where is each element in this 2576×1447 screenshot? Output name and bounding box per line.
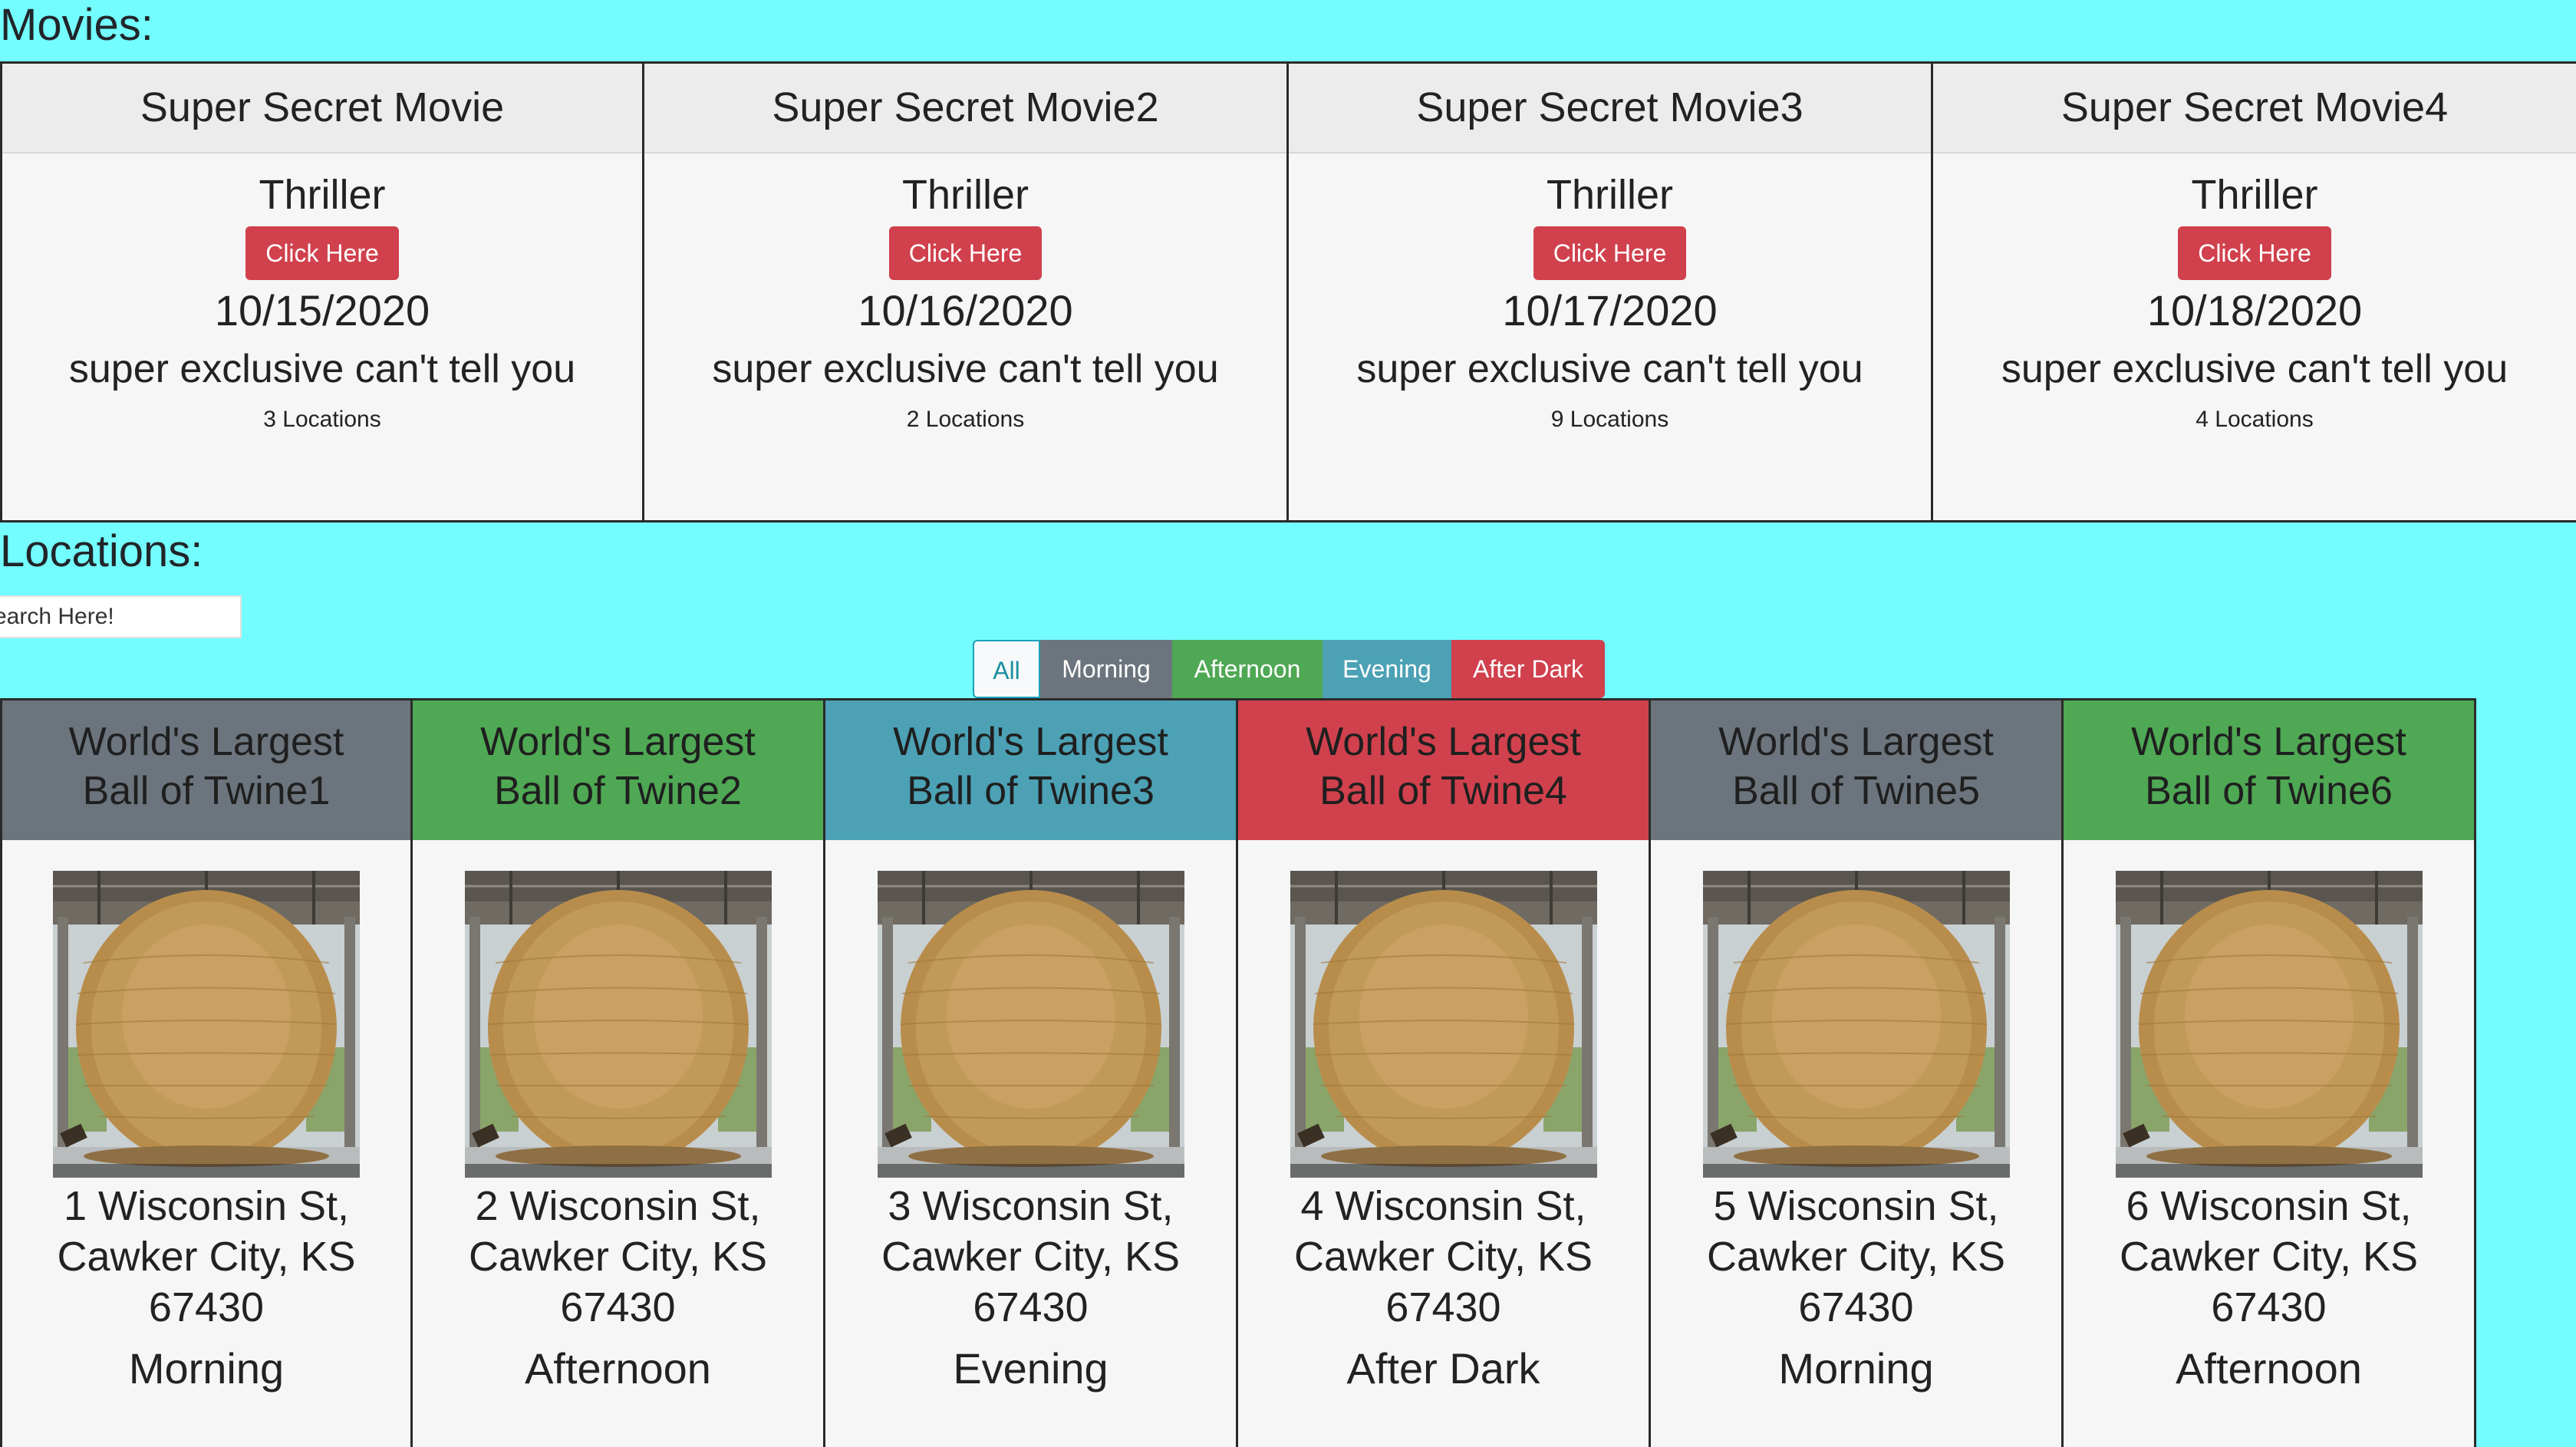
movie-date: 10/15/2020	[214, 286, 430, 335]
location-card: World's Largest Ball of Twine3 3 Wiscons…	[825, 698, 1238, 1447]
location-title-line1: World's Largest	[68, 720, 344, 764]
address-line1: 2 Wisconsin St,	[475, 1183, 761, 1229]
location-address: 1 Wisconsin St, Cawker City, KS 67430	[2, 1181, 410, 1333]
movie-description: super exclusive can't tell you	[712, 347, 1219, 392]
filter-after-dark-button[interactable]: After Dark	[1451, 640, 1605, 698]
address-line3: 67430	[973, 1284, 1089, 1330]
movie-card: Super Secret Movie3 Thriller Click Here …	[1289, 61, 1933, 522]
location-address: 5 Wisconsin St, Cawker City, KS 67430	[1651, 1181, 2061, 1333]
address-line3: 67430	[560, 1284, 676, 1330]
address-line2: Cawker City, KS	[2119, 1234, 2419, 1280]
movie-description: super exclusive can't tell you	[2001, 347, 2508, 392]
locations-section-title: Locations:	[0, 526, 203, 576]
filter-afternoon-button[interactable]: Afternoon	[1172, 640, 1323, 698]
location-title: World's Largest Ball of Twine2	[413, 700, 823, 840]
movie-date: 10/16/2020	[858, 286, 1073, 335]
movie-location-count: 9 Locations	[1550, 406, 1669, 432]
location-time: Morning	[1778, 1344, 1934, 1393]
movie-location-count: 4 Locations	[2196, 406, 2314, 432]
location-time: Afternoon	[2176, 1344, 2362, 1393]
movie-date: 10/18/2020	[2146, 286, 2363, 335]
click-here-button[interactable]: Click Here	[888, 226, 1043, 281]
address-line2: Cawker City, KS	[1293, 1234, 1593, 1280]
movie-card: Super Secret Movie Thriller Click Here 1…	[0, 61, 644, 522]
location-title-line1: World's Largest	[1718, 720, 1994, 764]
filter-all-button[interactable]: All	[973, 640, 1040, 698]
address-line1: 4 Wisconsin St,	[1300, 1183, 1586, 1229]
address-line3: 67430	[148, 1284, 265, 1330]
click-here-button[interactable]: Click Here	[245, 226, 399, 281]
time-filter-group: All Morning Afternoon Evening After Dark	[973, 640, 1605, 698]
movie-date: 10/17/2020	[1502, 286, 1718, 335]
location-title-line2: Ball of Twine5	[1732, 769, 1980, 813]
movie-description: super exclusive can't tell you	[68, 347, 576, 392]
click-here-button[interactable]: Click Here	[1533, 226, 1687, 281]
movie-title: Super Secret Movie3	[1289, 64, 1931, 153]
location-address: 6 Wisconsin St, Cawker City, KS 67430	[2064, 1181, 2474, 1333]
ball-of-twine-image	[465, 871, 772, 1178]
location-address: 4 Wisconsin St, Cawker City, KS 67430	[1238, 1181, 1649, 1333]
ball-of-twine-image	[1290, 871, 1597, 1178]
location-title: World's Largest Ball of Twine1	[2, 700, 410, 840]
ball-of-twine-image	[1703, 871, 2010, 1178]
location-card: World's Largest Ball of Twine6 6 Wiscons…	[2064, 698, 2476, 1447]
location-title: World's Largest Ball of Twine6	[2064, 700, 2474, 840]
location-time: Morning	[128, 1344, 285, 1393]
address-line2: Cawker City, KS	[881, 1234, 1181, 1280]
address-line1: 1 Wisconsin St,	[63, 1183, 350, 1229]
address-line1: 3 Wisconsin St,	[888, 1183, 1174, 1229]
location-card: World's Largest Ball of Twine4 4 Wiscons…	[1238, 698, 1651, 1447]
location-title-line2: Ball of Twine6	[2145, 769, 2393, 813]
location-time: After Dark	[1346, 1344, 1540, 1393]
location-title-line1: World's Largest	[893, 720, 1168, 764]
location-card: World's Largest Ball of Twine2 2 Wiscons…	[413, 698, 825, 1447]
movie-title: Super Secret Movie	[2, 64, 642, 153]
location-title: World's Largest Ball of Twine5	[1651, 700, 2061, 840]
address-line2: Cawker City, KS	[57, 1234, 356, 1280]
movie-genre: Thriller	[1546, 172, 1673, 218]
address-line3: 67430	[1798, 1284, 1914, 1330]
location-title: World's Largest Ball of Twine4	[1238, 700, 1649, 840]
address-line3: 67430	[2211, 1284, 2327, 1330]
movie-genre: Thriller	[259, 172, 386, 218]
location-time: Afternoon	[525, 1344, 711, 1393]
address-line1: 5 Wisconsin St,	[1713, 1183, 1999, 1229]
location-title: World's Largest Ball of Twine3	[825, 700, 1236, 840]
location-address: 3 Wisconsin St, Cawker City, KS 67430	[825, 1181, 1236, 1333]
movie-description: super exclusive can't tell you	[1356, 347, 1863, 392]
ball-of-twine-image	[53, 871, 360, 1178]
location-title-line1: World's Largest	[480, 720, 756, 764]
filter-morning-button[interactable]: Morning	[1040, 640, 1172, 698]
location-title-line2: Ball of Twine1	[82, 769, 331, 813]
locations-list: World's Largest Ball of Twine1 1 Wiscons…	[0, 698, 2476, 1447]
filter-evening-button[interactable]: Evening	[1323, 640, 1451, 698]
location-title-line2: Ball of Twine2	[494, 769, 742, 813]
address-line2: Cawker City, KS	[1706, 1234, 2006, 1280]
location-time: Evening	[953, 1344, 1108, 1393]
location-title-line2: Ball of Twine4	[1319, 769, 1567, 813]
location-title-line2: Ball of Twine3	[907, 769, 1155, 813]
movie-title: Super Secret Movie2	[644, 64, 1286, 153]
movie-location-count: 3 Locations	[263, 406, 381, 432]
movie-title: Super Secret Movie4	[1933, 64, 2576, 153]
ball-of-twine-image	[878, 871, 1184, 1178]
click-here-button[interactable]: Click Here	[2178, 226, 2331, 281]
movie-location-count: 2 Locations	[906, 406, 1025, 432]
search-input[interactable]	[0, 595, 242, 638]
movie-card: Super Secret Movie2 Thriller Click Here …	[644, 61, 1289, 522]
location-title-line1: World's Largest	[2131, 720, 2406, 764]
movies-list: Super Secret Movie Thriller Click Here 1…	[0, 61, 2576, 522]
address-line3: 67430	[1385, 1284, 1501, 1330]
location-title-line1: World's Largest	[1306, 720, 1581, 764]
ball-of-twine-image	[2116, 871, 2423, 1178]
location-card: World's Largest Ball of Twine5 5 Wiscons…	[1651, 698, 2064, 1447]
movie-card: Super Secret Movie4 Thriller Click Here …	[1933, 61, 2576, 522]
location-address: 2 Wisconsin St, Cawker City, KS 67430	[413, 1181, 823, 1333]
movies-section-title: Movies:	[0, 0, 153, 50]
location-card: World's Largest Ball of Twine1 1 Wiscons…	[0, 698, 413, 1447]
movie-genre: Thriller	[901, 172, 1029, 218]
movie-genre: Thriller	[2191, 172, 2318, 218]
address-line1: 6 Wisconsin St,	[2126, 1183, 2412, 1229]
address-line2: Cawker City, KS	[468, 1234, 768, 1280]
